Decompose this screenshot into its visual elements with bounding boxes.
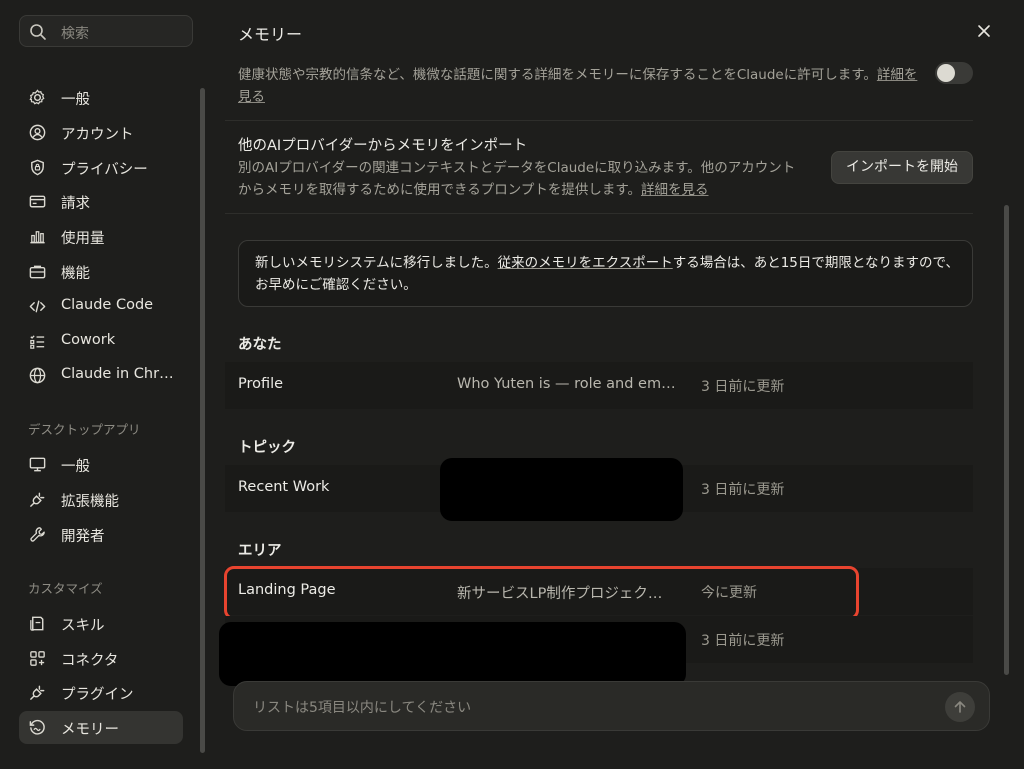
import-description: 別のAIプロバイダーの関連コンテキストとデータをClaudeに取り込みます。他の…: [238, 157, 808, 201]
sidebar-item-desktop-general[interactable]: 一般: [19, 448, 183, 481]
sidebar-item-label: 機能: [61, 266, 90, 282]
sidebar-item-skills[interactable]: スキル: [19, 607, 183, 640]
memory-summary: Who Yuten is — role and emp…: [457, 376, 677, 392]
checklist-icon: [30, 335, 45, 349]
sidebar-item-label: 請求: [61, 196, 90, 212]
memory-updated: 3 日前に更新: [701, 379, 785, 395]
skill-doc-icon: [30, 616, 44, 631]
redaction-block: [219, 622, 686, 686]
arrow-up-icon: [954, 701, 966, 713]
sidebar-item-label: 一般: [61, 92, 90, 108]
sidebar-item-account[interactable]: アカウント: [19, 116, 183, 149]
divider: [225, 120, 973, 121]
sidebar-item-privacy[interactable]: プライバシー: [19, 151, 183, 184]
sidebar-item-label: 一般: [61, 459, 90, 475]
briefcase-icon: [29, 265, 46, 279]
sidebar-item-extensions[interactable]: 拡張機能: [19, 483, 183, 516]
sidebar-item-label: Claude in Chr…: [61, 366, 174, 382]
gear-icon: [29, 89, 45, 105]
send-button[interactable]: [945, 692, 975, 722]
sidebar-scrollbar[interactable]: [200, 88, 205, 753]
highlight-annotation: [224, 566, 859, 620]
monitor-icon: [29, 457, 46, 472]
memory-row-profile[interactable]: Profile Who Yuten is — role and emp… 3 日…: [225, 362, 973, 409]
sidebar-item-claude-code[interactable]: Claude Code: [19, 290, 183, 323]
sidebar-item-label: 拡張機能: [61, 494, 119, 510]
credit-card-icon: [29, 195, 46, 208]
sidebar-item-label: プライバシー: [61, 162, 148, 178]
memory-icon: [29, 719, 45, 735]
sidebar-item-developer[interactable]: 開発者: [19, 518, 183, 551]
page-title: メモリー: [238, 25, 303, 44]
shield-icon: [31, 159, 44, 176]
group-label-you: あなた: [238, 337, 282, 353]
sidebar-item-features[interactable]: 機能: [19, 255, 183, 288]
redaction-block: [440, 458, 683, 521]
memory-updated: 3 日前に更新: [701, 633, 785, 649]
group-label-topics: トピック: [238, 440, 296, 456]
sidebar-item-usage[interactable]: 使用量: [19, 220, 183, 253]
section-label-customize: カスタマイズ: [28, 581, 103, 596]
wrench-icon: [30, 527, 45, 542]
sidebar-item-label: コネクタ: [61, 653, 119, 669]
close-icon[interactable]: [975, 22, 993, 40]
sidebar-item-label: 使用量: [61, 231, 105, 247]
divider: [225, 213, 973, 214]
memory-updated: 3 日前に更新: [701, 482, 785, 498]
sidebar-item-connectors[interactable]: コネクタ: [19, 642, 183, 675]
connector-grid-icon: [30, 651, 45, 666]
sensitive-topics-description: 健康状態や宗教的信条など、機微な話題に関する詳細をメモリーに保存することをCla…: [238, 64, 918, 110]
sidebar-item-cowork[interactable]: Cowork: [19, 325, 183, 358]
code-icon: [29, 300, 46, 313]
sensitive-topics-toggle[interactable]: [935, 62, 973, 84]
sidebar-item-label: アカウント: [61, 127, 134, 143]
sidebar-item-memory[interactable]: メモリー: [19, 711, 183, 744]
memory-name: Recent Work: [238, 479, 330, 495]
import-learn-more-link[interactable]: 詳細を見る: [641, 182, 709, 198]
migration-notice: 新しいメモリシステムに移行しました。従来のメモリをエクスポートする場合は、あと1…: [238, 240, 973, 307]
user-circle-icon: [29, 124, 46, 141]
sidebar-item-label: Cowork: [61, 332, 116, 348]
settings-sidebar: 検索 一般 アカウント プライバシー 請求 使用量 機能 Claude Code…: [0, 0, 207, 769]
sidebar-item-label: 開発者: [61, 529, 105, 545]
globe-icon: [29, 367, 46, 384]
sidebar-item-label: プラグイン: [61, 687, 134, 703]
notice-text-before: 新しいメモリシステムに移行しました。: [255, 255, 498, 271]
sidebar-item-label: メモリー: [61, 722, 119, 738]
search-box[interactable]: 検索: [19, 15, 193, 47]
main-scrollbar[interactable]: [1004, 205, 1009, 675]
chat-input-placeholder: リストは5項目以内にしてください: [253, 700, 472, 716]
plugin-icon: [30, 685, 45, 700]
migration-notice-text: 新しいメモリシステムに移行しました。従来のメモリをエクスポートする場合は、あと1…: [255, 252, 960, 296]
memory-name: Profile: [238, 376, 284, 392]
sidebar-item-label: Claude Code: [61, 297, 154, 313]
import-title: 他のAIプロバイダーからメモリをインポート: [238, 138, 528, 154]
search-icon: [30, 24, 46, 40]
sidebar-item-plugins[interactable]: プラグイン: [19, 676, 183, 709]
sensitive-topics-text: 健康状態や宗教的信条など、機微な話題に関する詳細をメモリーに保存することをCla…: [238, 67, 877, 83]
start-import-button[interactable]: インポートを開始: [831, 151, 973, 184]
memory-chat-input[interactable]: リストは5項目以内にしてください: [233, 681, 990, 731]
export-legacy-memory-link[interactable]: 従来のメモリをエクスポート: [498, 255, 673, 271]
section-label-desktop: デスクトップアプリ: [28, 422, 141, 437]
import-description-text: 別のAIプロバイダーの関連コンテキストとデータをClaudeに取り込みます。他の…: [238, 160, 796, 198]
sidebar-item-general[interactable]: 一般: [19, 81, 183, 114]
group-label-areas: エリア: [238, 543, 282, 559]
sidebar-item-claude-in-chrome[interactable]: Claude in Chr…: [19, 359, 183, 392]
sidebar-item-label: スキル: [61, 618, 105, 634]
bar-chart-icon: [30, 231, 45, 244]
search-input[interactable]: 検索: [61, 23, 89, 43]
plug-icon: [30, 492, 45, 507]
sidebar-item-billing[interactable]: 請求: [19, 185, 183, 218]
